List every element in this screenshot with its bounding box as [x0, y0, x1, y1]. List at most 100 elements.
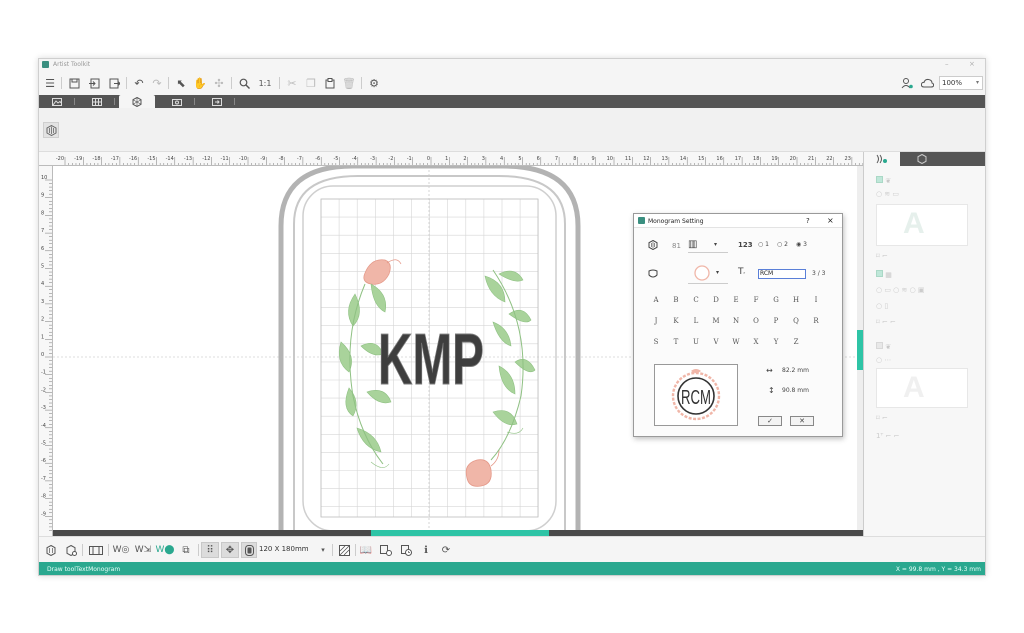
- letter-key[interactable]: J: [650, 317, 662, 325]
- bookmark-icon: ⌑ ⌐: [876, 252, 888, 260]
- letter-key[interactable]: Q: [790, 317, 802, 325]
- layer-row-1[interactable]: ❦: [876, 176, 976, 186]
- monogram-style-icon[interactable]: W⬤: [156, 542, 175, 558]
- chevron-down-icon[interactable]: ▾: [315, 542, 331, 558]
- monogram-design-text[interactable]: KMP: [378, 320, 485, 401]
- user-account-icon[interactable]: [899, 75, 915, 91]
- letter-key[interactable]: W: [730, 338, 742, 346]
- export-icon[interactable]: [106, 75, 122, 91]
- tab-import-image[interactable]: [39, 95, 75, 108]
- count-option-2[interactable]: ○ 2: [777, 241, 788, 248]
- zoom-icon[interactable]: [236, 75, 252, 91]
- layer-meta-row-4: ⌑ ⌐: [876, 414, 976, 424]
- redo-icon[interactable]: ↷: [149, 75, 165, 91]
- monogram-text-input[interactable]: RCM: [758, 269, 806, 279]
- count-option-3[interactable]: ◉ 3: [796, 241, 807, 248]
- info-icon[interactable]: ℹ: [418, 542, 434, 558]
- history-icon[interactable]: [398, 542, 414, 558]
- monogram-tool-icon[interactable]: [43, 122, 59, 138]
- letter-key[interactable]: R: [810, 317, 822, 325]
- tab-stitch-order[interactable]: [904, 152, 940, 166]
- count-option-1[interactable]: ○ 1: [758, 241, 769, 248]
- tab-object-list[interactable]: [864, 152, 900, 166]
- hoop-settings-icon[interactable]: [63, 542, 79, 558]
- monogram-setting-dialog: Monogram Setting ? × 81 ▥ ▾ 123 ○ 1 ○ 2 …: [633, 213, 843, 437]
- tab-grid-layout[interactable]: [79, 95, 115, 108]
- layer-thumbnail-2[interactable]: A: [876, 368, 968, 408]
- letter-key[interactable]: P: [770, 317, 782, 325]
- letter-key[interactable]: F: [750, 296, 762, 304]
- help-button[interactable]: ?: [806, 217, 810, 225]
- refresh-icon[interactable]: ⟳: [438, 542, 454, 558]
- letter-key[interactable]: Z: [790, 338, 802, 346]
- tab-stitch-simulator[interactable]: [159, 95, 195, 108]
- tab-embroidery-edit[interactable]: [119, 95, 155, 108]
- delete-icon[interactable]: 🗑: [341, 75, 357, 91]
- layer-row-3[interactable]: ❦: [876, 342, 976, 352]
- letter-key[interactable]: O: [750, 317, 762, 325]
- close-dialog-button[interactable]: ×: [827, 216, 834, 225]
- minimize-button[interactable]: –: [945, 60, 949, 68]
- select-pointer-icon[interactable]: ⬉: [173, 75, 189, 91]
- actual-size-button[interactable]: 1:1: [255, 75, 275, 91]
- cut-icon[interactable]: ✂: [284, 75, 300, 91]
- letter-key[interactable]: G: [770, 296, 782, 304]
- letter-key[interactable]: X: [750, 338, 762, 346]
- wreath-tool-icon[interactable]: W◎: [112, 542, 130, 558]
- hoop-size-label[interactable]: 120 X 180mm: [259, 545, 309, 553]
- frame-select[interactable]: ▾: [688, 264, 728, 282]
- cloud-sync-icon[interactable]: [919, 75, 935, 91]
- text-size-icon: 1ᵀ ⌐ ⌐: [876, 432, 900, 440]
- letter-key[interactable]: U: [690, 338, 702, 346]
- letter-key[interactable]: E: [730, 296, 742, 304]
- font-select[interactable]: ▥ ▾: [688, 239, 722, 251]
- paste-icon[interactable]: [322, 75, 338, 91]
- menu-icon[interactable]: ☰: [42, 75, 58, 91]
- frame-icon[interactable]: [87, 542, 105, 558]
- letter-key[interactable]: M: [710, 317, 722, 325]
- copy-icon[interactable]: ❐: [303, 75, 319, 91]
- pan-hand-icon[interactable]: ✋: [192, 75, 208, 91]
- save-icon[interactable]: [66, 75, 82, 91]
- hoop-display-icon[interactable]: [241, 542, 257, 558]
- frame-shape-icon: [648, 269, 658, 281]
- ok-button[interactable]: ✓: [758, 416, 782, 426]
- layer-thumbnail-1[interactable]: A: [876, 204, 968, 246]
- point-edit-icon[interactable]: ✣: [211, 75, 227, 91]
- ruler-tick-label: 16: [716, 156, 722, 162]
- letter-key[interactable]: Y: [770, 338, 782, 346]
- letter-key[interactable]: K: [670, 317, 682, 325]
- warp-tool-icon[interactable]: W⇲: [134, 542, 152, 558]
- layer-row-2[interactable]: ▦: [876, 270, 976, 280]
- tab-send-to-machine[interactable]: [199, 95, 235, 108]
- ruler-tick-label: 22: [826, 156, 832, 162]
- cancel-button[interactable]: ✕: [790, 416, 814, 426]
- status-tool-text: Draw toolTextMonogram: [47, 566, 121, 573]
- letter-key[interactable]: D: [710, 296, 722, 304]
- settings-gear-icon[interactable]: ⚙: [366, 75, 382, 91]
- undo-icon[interactable]: ↶: [131, 75, 147, 91]
- letter-key[interactable]: C: [690, 296, 702, 304]
- bookmark-icon: ⌑ ⌐: [876, 414, 888, 422]
- ruler-tick-label: 14: [680, 156, 686, 162]
- ruler-tick-label: -19: [74, 156, 82, 162]
- letter-key[interactable]: V: [710, 338, 722, 346]
- manual-book-icon[interactable]: 📖: [358, 542, 374, 558]
- zoom-select[interactable]: 100% ▾: [939, 76, 983, 90]
- letter-key[interactable]: H: [790, 296, 802, 304]
- grid-toggle-icon[interactable]: ⠿: [201, 542, 219, 558]
- letter-key[interactable]: S: [650, 338, 662, 346]
- letter-key[interactable]: B: [670, 296, 682, 304]
- letter-key[interactable]: L: [690, 317, 702, 325]
- hoop-icon[interactable]: [43, 542, 59, 558]
- import-icon[interactable]: [86, 75, 102, 91]
- guide-lines-icon[interactable]: ✥: [221, 542, 239, 558]
- letter-key[interactable]: A: [650, 296, 662, 304]
- letter-key[interactable]: I: [810, 296, 822, 304]
- letter-key[interactable]: N: [730, 317, 742, 325]
- pattern-library-icon[interactable]: [378, 542, 394, 558]
- background-fill-icon[interactable]: [336, 542, 352, 558]
- letter-key[interactable]: T: [670, 338, 682, 346]
- close-window-button[interactable]: ×: [969, 60, 975, 68]
- duplicate-icon[interactable]: ⧉: [178, 542, 194, 558]
